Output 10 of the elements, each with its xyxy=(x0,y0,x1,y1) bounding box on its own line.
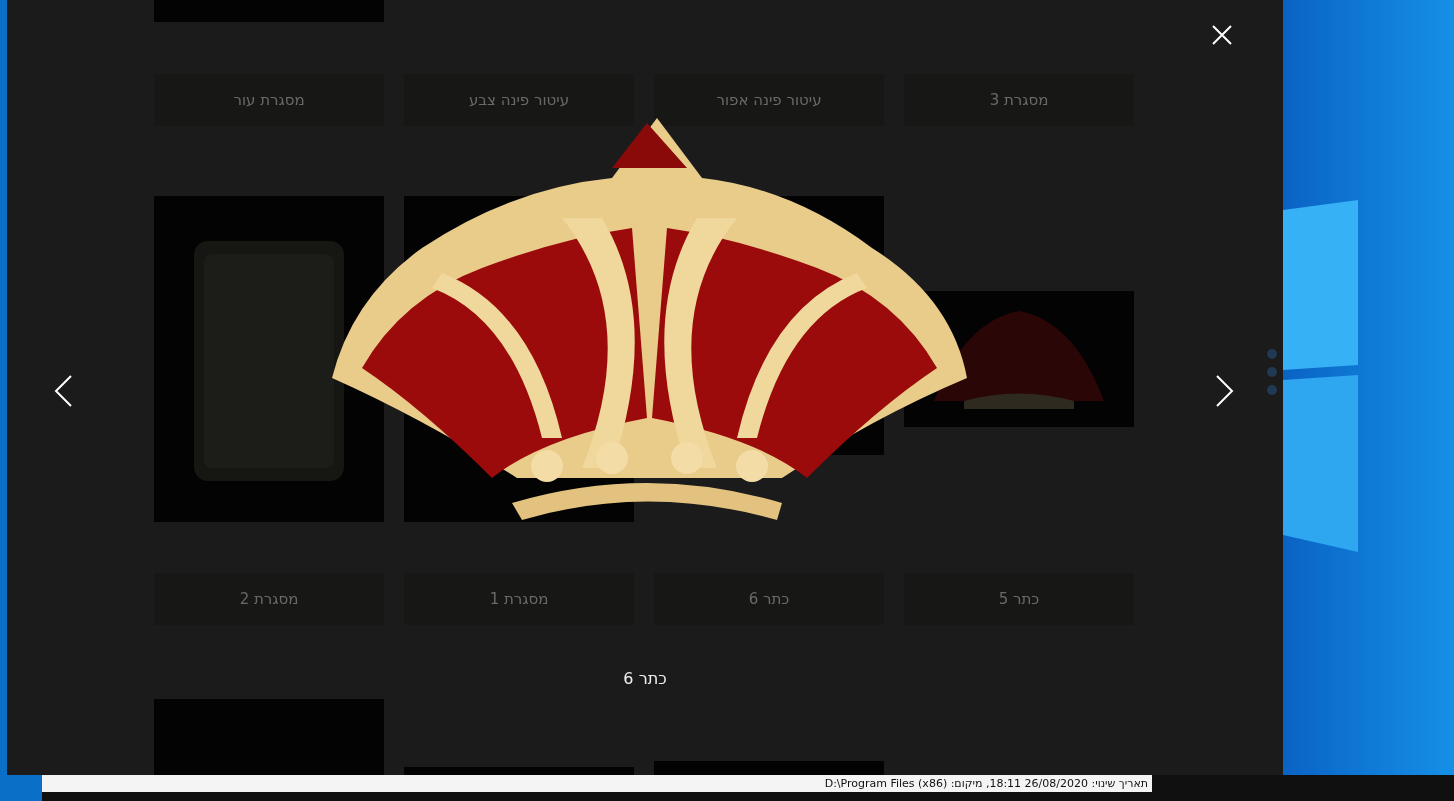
item-label: מסגרת עור xyxy=(154,74,384,126)
item-label: עיטור פינה צבע xyxy=(404,74,634,126)
status-bar: תאריך שינוי: 26/08/2020 18:11, מיקום: D:\Program Files (x86) xyxy=(42,775,1152,792)
image-caption: כתר 6 xyxy=(622,669,668,688)
item-label: כתר 5 xyxy=(904,573,1134,625)
item-label: מסגרת 2 xyxy=(154,573,384,625)
item-label: מסגרת 1 xyxy=(404,573,634,625)
item-label: עיטור פינה אפור xyxy=(654,74,884,126)
item-label: כתר 6 xyxy=(654,573,884,625)
item-label: מסגרת 3 xyxy=(904,74,1134,126)
